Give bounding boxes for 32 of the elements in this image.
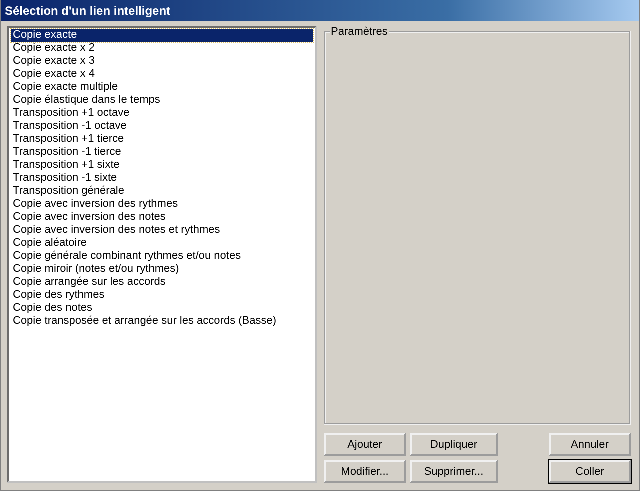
list-item[interactable]: Copie générale combinant rythmes et/ou notes [11, 250, 313, 263]
dialog-button[interactable]: Annuler [549, 433, 631, 456]
window-title: Sélection d'un lien intelligent [5, 4, 171, 18]
list-item[interactable]: Transposition +1 sixte [11, 159, 313, 172]
list-item[interactable]: Copie exacte [11, 29, 313, 42]
list-item[interactable]: Copie élastique dans le temps [11, 94, 313, 107]
list-item[interactable]: Copie exacte x 2 [11, 42, 313, 55]
list-item[interactable]: Copie aléatoire [11, 237, 313, 250]
list-item[interactable]: Transposition +1 tierce [11, 133, 313, 146]
list-item[interactable]: Copie avec inversion des notes et rythmes [11, 224, 313, 237]
list-item[interactable]: Transposition +1 octave [11, 107, 313, 120]
group-legend: Paramètres [330, 26, 389, 38]
list-item[interactable]: Copie miroir (notes et/ou rythmes) [11, 263, 313, 276]
list-item[interactable]: Copie des rythmes [11, 289, 313, 302]
dialog-button[interactable]: Ajouter [324, 433, 406, 456]
list-item[interactable]: Transposition -1 sixte [11, 172, 313, 185]
link-list[interactable] [7, 26, 317, 483]
list-item[interactable]: Copie exacte multiple [11, 81, 313, 94]
list-item[interactable]: Copie des notes [11, 302, 313, 315]
list-item[interactable]: Transposition -1 octave [11, 120, 313, 133]
list-item[interactable]: Transposition -1 tierce [11, 146, 313, 159]
list-item[interactable]: Copie transposée et arrangée sur les accords (Basse) [11, 315, 313, 328]
list-item[interactable]: Copie exacte x 3 [11, 55, 313, 68]
list-item[interactable]: Copie avec inversion des rythmes [11, 198, 313, 211]
list-item[interactable]: Copie exacte x 4 [11, 68, 313, 81]
dialog-button[interactable]: Coller [549, 460, 631, 483]
list-item[interactable]: Transposition générale [11, 185, 313, 198]
dialog-button[interactable]: Dupliquer [410, 433, 498, 456]
dialog-button[interactable]: Supprimer... [410, 460, 498, 483]
list-item[interactable]: Copie arrangée sur les accords [11, 276, 313, 289]
list-item[interactable]: Copie avec inversion des notes [11, 211, 313, 224]
dialog-button[interactable]: Modifier... [324, 460, 406, 483]
